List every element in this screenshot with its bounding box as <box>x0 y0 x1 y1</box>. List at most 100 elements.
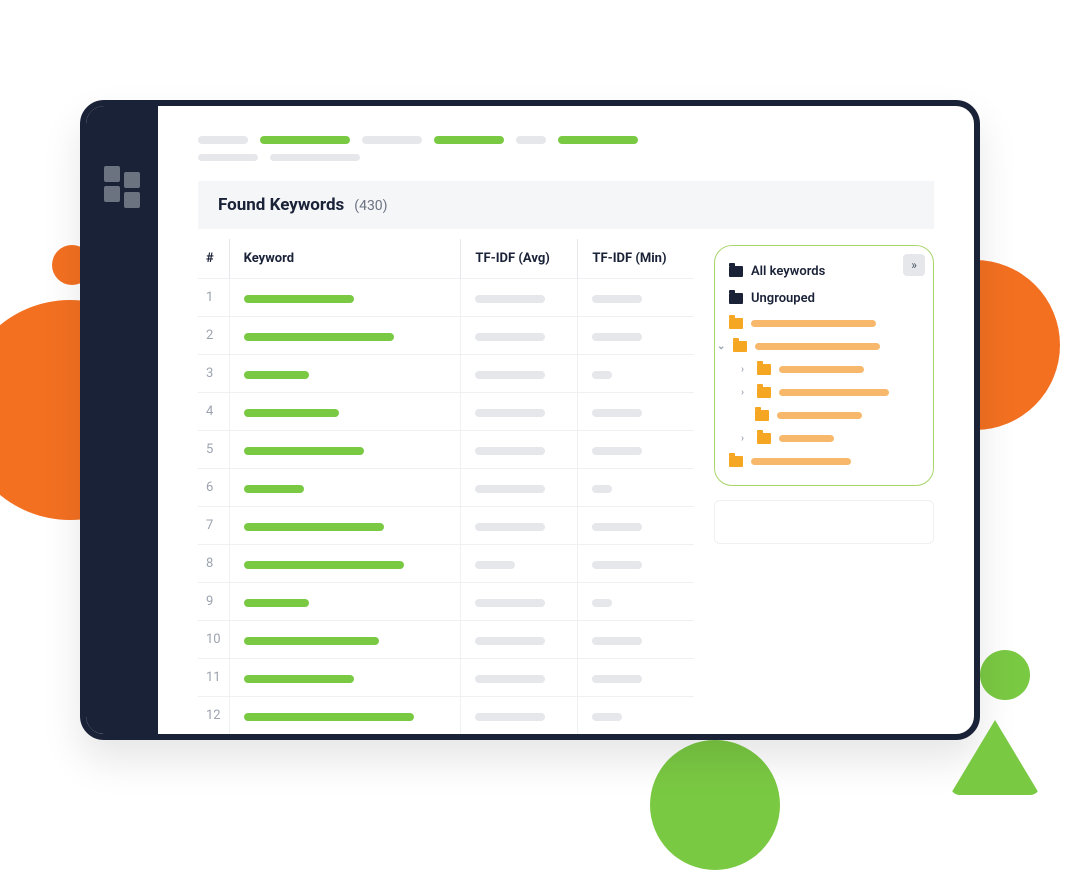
placeholder-bar <box>751 458 851 465</box>
section-header: Found Keywords (430) <box>198 181 934 229</box>
table-row[interactable]: 8 <box>198 545 694 583</box>
folder-icon <box>729 293 743 304</box>
breadcrumb-item[interactable] <box>260 136 350 144</box>
breadcrumb-row-2 <box>158 154 974 181</box>
cell-min <box>578 545 694 583</box>
cell-avg <box>461 355 578 393</box>
cell-min <box>578 469 694 507</box>
cell-min <box>578 697 694 735</box>
table-row[interactable]: 6 <box>198 469 694 507</box>
cell-keyword <box>229 355 461 393</box>
cell-keyword <box>229 659 461 697</box>
table-row[interactable]: 10 <box>198 621 694 659</box>
breadcrumb-item[interactable] <box>434 136 504 144</box>
decoration-circle <box>650 740 780 870</box>
cell-min <box>578 317 694 355</box>
cell-min <box>578 583 694 621</box>
section-title: Found Keywords <box>218 195 344 215</box>
col-keyword[interactable]: Keyword <box>229 239 461 279</box>
col-number[interactable]: # <box>198 239 229 279</box>
tree-subgroup[interactable] <box>737 404 923 427</box>
table-row[interactable]: 12 <box>198 697 694 735</box>
folder-icon <box>757 387 771 398</box>
col-tfidf-min[interactable]: TF-IDF (Min) <box>578 239 694 279</box>
tree-all-keywords[interactable]: All keywords <box>725 258 923 285</box>
cell-min <box>578 355 694 393</box>
folder-icon <box>729 456 743 467</box>
cell-min <box>578 659 694 697</box>
expand-button[interactable]: » <box>903 254 925 276</box>
tree-group-expanded[interactable]: ⌄ <box>713 335 923 358</box>
tree-subgroup[interactable]: › <box>737 381 923 404</box>
breadcrumb-item[interactable] <box>362 136 422 144</box>
tree-group[interactable] <box>725 450 923 473</box>
tree-subgroup[interactable]: › <box>737 427 923 450</box>
app-logo-icon <box>104 166 140 202</box>
cell-avg <box>461 659 578 697</box>
cell-avg <box>461 393 578 431</box>
cell-min <box>578 279 694 317</box>
cell-keyword <box>229 431 461 469</box>
cell-min <box>578 431 694 469</box>
cell-keyword <box>229 393 461 431</box>
folder-icon <box>755 410 769 421</box>
placeholder-bar <box>779 435 834 442</box>
decoration-triangle <box>950 720 1040 795</box>
section-count: (430) <box>354 198 387 214</box>
row-number: 12 <box>198 697 229 735</box>
tree-subgroup[interactable]: › <box>737 358 923 381</box>
chevron-down-icon: ⌄ <box>717 341 725 352</box>
row-number: 7 <box>198 507 229 545</box>
cell-keyword <box>229 317 461 355</box>
row-number: 10 <box>198 621 229 659</box>
cell-avg <box>461 317 578 355</box>
cell-keyword <box>229 697 461 735</box>
table-row[interactable]: 4 <box>198 393 694 431</box>
breadcrumb-item[interactable] <box>198 136 248 144</box>
cell-keyword <box>229 545 461 583</box>
folder-icon <box>729 266 743 277</box>
table-row[interactable]: 11 <box>198 659 694 697</box>
tree-group[interactable] <box>725 312 923 335</box>
cell-min <box>578 621 694 659</box>
table-row[interactable]: 9 <box>198 583 694 621</box>
breadcrumb-item[interactable] <box>558 136 638 144</box>
chevron-right-icon: › <box>741 433 749 444</box>
cell-keyword <box>229 507 461 545</box>
folder-icon <box>757 433 771 444</box>
breadcrumb-item[interactable] <box>270 154 360 161</box>
panel-footer-box <box>714 500 934 544</box>
row-number: 1 <box>198 279 229 317</box>
tree-ungrouped[interactable]: Ungrouped <box>725 285 923 312</box>
cell-avg <box>461 431 578 469</box>
cell-min <box>578 507 694 545</box>
table-row[interactable]: 5 <box>198 431 694 469</box>
placeholder-bar <box>751 320 876 327</box>
row-number: 5 <box>198 431 229 469</box>
breadcrumb-item[interactable] <box>516 136 546 144</box>
cell-min <box>578 393 694 431</box>
folder-icon <box>757 364 771 375</box>
row-number: 8 <box>198 545 229 583</box>
cell-keyword <box>229 279 461 317</box>
col-tfidf-avg[interactable]: TF-IDF (Avg) <box>461 239 578 279</box>
row-number: 11 <box>198 659 229 697</box>
row-number: 6 <box>198 469 229 507</box>
table-row[interactable]: 7 <box>198 507 694 545</box>
app-frame: Found Keywords (430) # Keyword TF-IDF (A… <box>80 100 980 740</box>
decoration-circle <box>980 650 1030 700</box>
main-content: Found Keywords (430) # Keyword TF-IDF (A… <box>158 106 974 734</box>
chevron-right-icon: › <box>741 364 749 375</box>
cell-avg <box>461 469 578 507</box>
folder-icon <box>729 318 743 329</box>
row-number: 9 <box>198 583 229 621</box>
cell-keyword <box>229 583 461 621</box>
tree-label: Ungrouped <box>751 291 815 306</box>
placeholder-bar <box>779 366 864 373</box>
cell-avg <box>461 697 578 735</box>
table-row[interactable]: 2 <box>198 317 694 355</box>
breadcrumb-item[interactable] <box>198 154 258 161</box>
breadcrumb-row <box>158 136 974 154</box>
table-row[interactable]: 1 <box>198 279 694 317</box>
table-row[interactable]: 3 <box>198 355 694 393</box>
